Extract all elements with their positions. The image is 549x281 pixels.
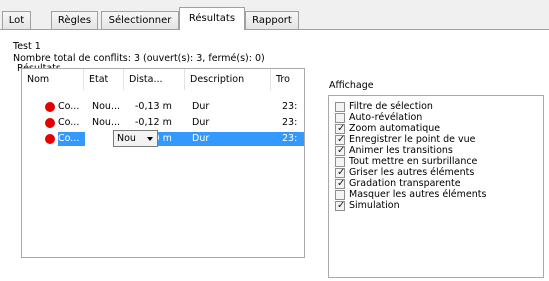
column-header-distance[interactable]: Dista...: [124, 69, 185, 90]
checkmark-icon: ✓: [337, 178, 346, 189]
column-header-state[interactable]: Etat: [84, 69, 124, 90]
tab-lot[interactable]: Lot: [2, 11, 31, 30]
tab-report[interactable]: Rapport: [245, 11, 299, 30]
status-dot-icon: [45, 118, 55, 128]
display-group-label: Affichage: [327, 80, 376, 91]
cell-found: 23:: [282, 101, 298, 112]
tab-strip: Lot Règles Sélectionner Résultats Rappor…: [0, 0, 549, 30]
cell-description: Dur: [192, 101, 210, 112]
cell-name: Co...: [58, 117, 80, 128]
table-row[interactable]: Co... Nou... -0,12 m Dur 23:: [22, 116, 304, 130]
table-row-selected[interactable]: Co... Nou -0,10 m Dur 23:: [22, 130, 304, 147]
checkmark-icon: ✓: [337, 200, 346, 211]
cell-distance: -0,12 m: [135, 117, 172, 128]
cell-description: Dur: [192, 133, 210, 144]
tab-select[interactable]: Sélectionner: [101, 11, 179, 30]
chevron-down-icon: [147, 137, 153, 141]
checkbox[interactable]: ✓: [335, 200, 346, 211]
tab-label: Rapport: [252, 15, 292, 26]
tab-label: Sélectionner: [108, 15, 172, 26]
tab-rules[interactable]: Règles: [51, 11, 98, 30]
tab-label: Règles: [57, 15, 92, 26]
cell-name: Co...: [58, 101, 80, 112]
cell-distance: -0,13 m: [135, 101, 172, 112]
table-row[interactable]: Co... Nou... -0,13 m Dur 23:: [22, 100, 304, 114]
cell-name: Co...: [58, 133, 80, 144]
status-dot-icon: [45, 102, 55, 112]
cell-state: Nou...: [92, 101, 120, 112]
test-name: Test 1: [13, 41, 41, 52]
state-dropdown[interactable]: Nou: [113, 130, 158, 147]
status-dot-icon: [45, 134, 55, 144]
results-list[interactable]: Nom Etat Dista... Description Tro Co... …: [21, 68, 305, 258]
column-header-description[interactable]: Description: [185, 69, 271, 90]
cell-state: Nou...: [92, 117, 120, 128]
cell-found: 23:: [282, 117, 298, 128]
checkbox[interactable]: ✓: [335, 145, 346, 156]
checkmark-icon: ✓: [337, 145, 346, 156]
display-options-box: Filtre de sélection Auto-révélation ✓ Zo…: [328, 95, 544, 278]
column-header-name[interactable]: Nom: [22, 69, 84, 90]
tab-results[interactable]: Résultats: [179, 7, 245, 30]
checkbox[interactable]: [335, 102, 345, 112]
tab-label: Lot: [8, 15, 25, 26]
cell-description: Dur: [192, 117, 210, 128]
state-dropdown-value: Nou: [117, 133, 136, 144]
list-header: Nom Etat Dista... Description Tro: [22, 69, 304, 90]
column-header-found[interactable]: Tro: [271, 69, 304, 90]
checkbox[interactable]: ✓: [335, 178, 346, 189]
tab-label: Résultats: [188, 13, 236, 24]
cell-found: 23:: [282, 133, 298, 144]
